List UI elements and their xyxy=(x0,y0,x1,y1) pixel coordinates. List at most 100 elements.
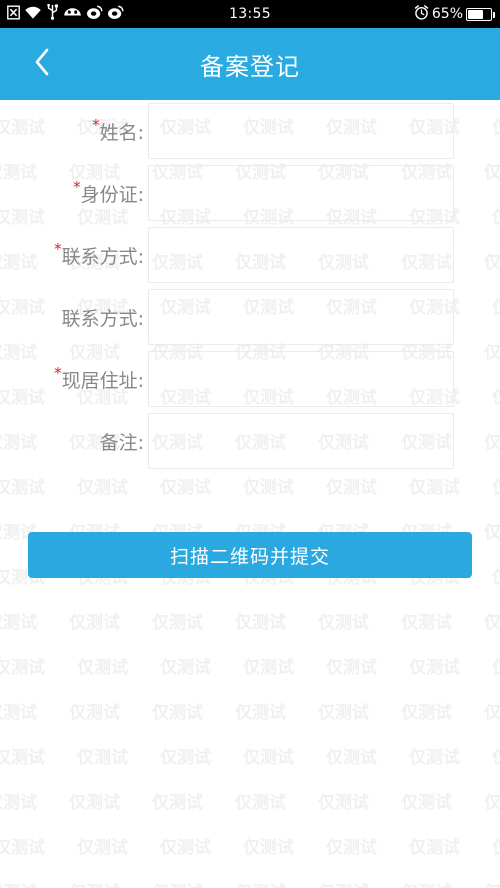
field-label-text: 联系方式: xyxy=(61,245,144,268)
watermark-text: 仅测试 xyxy=(0,883,69,888)
watermark-text: 仅测试 xyxy=(243,838,294,858)
watermark-text: 仅测试 xyxy=(152,883,235,888)
field-label-text: 现居住址: xyxy=(61,369,144,392)
field-input[interactable] xyxy=(148,103,454,159)
watermark-text: 仅测试 xyxy=(409,838,460,858)
watermark-text: 仅测试 xyxy=(69,613,120,633)
form-field-row: *联系方式: xyxy=(0,224,500,286)
watermark-text: 仅测试 xyxy=(77,838,128,858)
battery-icon xyxy=(466,7,495,21)
watermark-text: 仅测试 xyxy=(77,478,128,498)
watermark-row: 仅测试 仅测试 仅测试 仅测试 仅测试 仅测试 仅测试 xyxy=(0,658,500,678)
watermark-text: 仅测试 xyxy=(409,748,460,768)
required-marker: * xyxy=(92,115,100,134)
watermark-text: 仅测试 xyxy=(0,478,45,498)
watermark-text: 仅测试 xyxy=(318,703,369,723)
watermark-text: 仅测试 xyxy=(235,703,286,723)
form-field-row: *身份证: xyxy=(0,162,500,224)
watermark-text: 仅测试 xyxy=(484,613,500,633)
watermark-text: 仅测试 xyxy=(77,748,128,768)
watermark-text: 仅测试 xyxy=(409,478,460,498)
watermark-text: 仅测试 xyxy=(484,883,500,888)
field-label: *联系方式: xyxy=(0,239,148,269)
status-bar: 13:55 65% xyxy=(0,0,500,28)
required-marker: * xyxy=(54,239,62,258)
watermark-text: 仅测试 xyxy=(0,838,45,858)
chevron-left-icon xyxy=(33,47,51,81)
status-bar-right-icons: 65% xyxy=(414,4,495,24)
watermark-text: 仅测试 xyxy=(243,478,294,498)
watermark-text: 仅测试 xyxy=(243,658,294,678)
watermark-text: 仅测试 xyxy=(484,793,500,813)
field-label: *身份证: xyxy=(0,177,148,207)
required-marker: * xyxy=(73,177,81,196)
page-title: 备案登记 xyxy=(200,52,300,81)
watermark-text: 仅测试 xyxy=(235,793,286,813)
watermark-row: 仅测试 仅测试 仅测试 仅测试 仅测试 仅测试 仅测试 xyxy=(0,613,500,633)
back-button[interactable] xyxy=(20,28,64,100)
field-label-text: 姓名: xyxy=(99,121,144,144)
form-field-row: *现居住址: xyxy=(0,348,500,410)
watermark-text: 仅测试 xyxy=(326,658,377,678)
watermark-text: 仅测试 xyxy=(152,793,203,813)
watermark-text: 仅测试 xyxy=(401,883,484,888)
field-label-text: 联系方式: xyxy=(61,307,144,330)
watermark-text: 仅测试 xyxy=(318,883,401,888)
field-input[interactable] xyxy=(148,351,454,407)
watermark-text: 仅测试 xyxy=(401,703,452,723)
registration-form: *姓名: *身份证: *联系方式: 联系方式: *现居住址: 备注: xyxy=(0,100,500,472)
field-label: *现居住址: xyxy=(0,363,148,393)
field-label: *姓名: xyxy=(0,115,148,145)
watermark-text: 仅测试 xyxy=(492,838,500,858)
watermark-text: 仅测试 xyxy=(152,703,203,723)
form-field-row: 备注: xyxy=(0,410,500,472)
watermark-text: 仅测试 xyxy=(0,703,37,723)
watermark-text: 仅测试 xyxy=(492,748,500,768)
watermark-row: 仅测试 仅测试 仅测试 仅测试 仅测试 仅测试 仅测试 xyxy=(0,838,500,858)
field-label-text: 身份证: xyxy=(80,183,144,206)
watermark-text: 仅测试 xyxy=(69,703,120,723)
watermark-text: 仅测试 xyxy=(235,883,318,888)
battery-percentage: 65% xyxy=(431,6,463,22)
watermark-text: 仅测试 xyxy=(318,613,369,633)
form-field-row: *姓名: xyxy=(0,100,500,162)
field-input[interactable] xyxy=(148,165,454,221)
watermark-text: 仅测试 xyxy=(326,838,377,858)
watermark-text: 仅测试 xyxy=(484,703,500,723)
watermark-text: 仅测试 xyxy=(318,793,369,813)
watermark-text: 仅测试 xyxy=(0,613,37,633)
watermark-text: 仅测试 xyxy=(243,748,294,768)
field-input[interactable] xyxy=(148,289,454,345)
required-marker: * xyxy=(54,363,62,382)
form-field-row: 联系方式: xyxy=(0,286,500,348)
watermark-text: 仅测试 xyxy=(0,793,37,813)
watermark-text: 仅测试 xyxy=(77,658,128,678)
watermark-row: 仅测试 仅测试 仅测试 仅测试 仅测试 仅测试 仅测试 xyxy=(0,748,500,768)
watermark-text: 仅测试 xyxy=(401,793,452,813)
app-header: 备案登记 xyxy=(0,28,500,100)
field-label-text: 备注: xyxy=(99,431,144,454)
watermark-text: 仅测试 xyxy=(0,748,45,768)
watermark-text: 仅测试 xyxy=(152,613,203,633)
watermark-text: 仅测试 xyxy=(0,658,45,678)
watermark-text: 仅测试 xyxy=(326,748,377,768)
field-label: 备注: xyxy=(0,428,148,455)
field-input[interactable] xyxy=(148,227,454,283)
watermark-text: 仅测试 xyxy=(160,478,211,498)
watermark-text: 仅测试 xyxy=(492,478,500,498)
watermark-text: 仅测试 xyxy=(160,748,211,768)
field-input[interactable] xyxy=(148,413,454,469)
watermark-text: 仅测试 xyxy=(235,613,286,633)
watermark-row: 仅测试 仅测试 仅测试 仅测试 仅测试 仅测试 仅测试 xyxy=(0,793,500,813)
submit-area: 扫描二维码并提交 xyxy=(0,532,500,578)
field-label: 联系方式: xyxy=(0,304,148,331)
watermark-text: 仅测试 xyxy=(401,613,452,633)
alarm-clock-icon xyxy=(414,4,429,24)
watermark-text: 仅测试 xyxy=(69,793,120,813)
scan-qr-submit-button[interactable]: 扫描二维码并提交 xyxy=(28,532,472,578)
app-root: 仅测试仅测试仅测试仅测试仅测试仅测试仅测试仅测试仅测试仅测试仅测试仅测试仅测试仅… xyxy=(0,0,500,888)
watermark-text: 仅测试 xyxy=(492,658,500,678)
watermark-text: 仅测试 xyxy=(160,658,211,678)
watermark-text: 仅测试 xyxy=(409,658,460,678)
watermark-text: 仅测试 xyxy=(326,478,377,498)
